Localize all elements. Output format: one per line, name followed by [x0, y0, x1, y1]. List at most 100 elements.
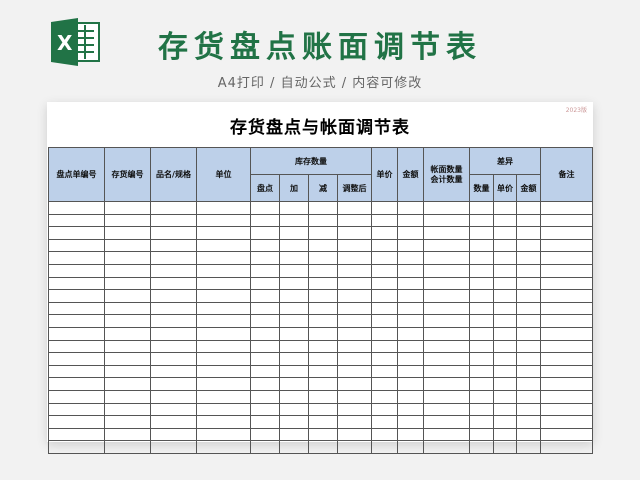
table-cell[interactable]	[48, 427, 105, 442]
table-cell[interactable]	[371, 326, 398, 341]
table-cell[interactable]	[337, 314, 372, 328]
table-cell[interactable]	[48, 364, 105, 379]
table-cell[interactable]	[397, 415, 424, 429]
table-cell[interactable]	[48, 377, 105, 391]
table-cell[interactable]	[48, 301, 105, 316]
table-cell[interactable]	[196, 201, 251, 215]
table-cell[interactable]	[371, 377, 398, 391]
table-cell[interactable]	[371, 314, 398, 328]
table-cell[interactable]	[196, 314, 251, 328]
table-cell[interactable]	[150, 301, 197, 316]
table-cell[interactable]	[308, 427, 338, 442]
table-cell[interactable]	[469, 301, 494, 316]
table-cell[interactable]	[250, 440, 280, 454]
table-cell[interactable]	[337, 301, 372, 316]
table-cell[interactable]	[308, 276, 338, 291]
table-cell[interactable]	[371, 263, 398, 278]
table-cell[interactable]	[48, 263, 105, 278]
table-cell[interactable]	[196, 352, 251, 366]
table-cell[interactable]	[469, 314, 494, 328]
table-cell[interactable]	[515, 326, 542, 341]
table-cell[interactable]	[308, 364, 338, 379]
table-cell[interactable]	[371, 402, 398, 417]
table-cell[interactable]	[104, 440, 151, 454]
table-cell[interactable]	[397, 289, 424, 303]
table-cell[interactable]	[196, 326, 251, 341]
table-cell[interactable]	[397, 263, 424, 278]
table-cell[interactable]	[469, 201, 494, 215]
table-cell[interactable]	[196, 263, 251, 278]
table-cell[interactable]	[423, 339, 470, 354]
table-cell[interactable]	[250, 314, 280, 328]
table-cell[interactable]	[196, 301, 251, 316]
table-cell[interactable]	[469, 276, 494, 291]
table-cell[interactable]	[250, 427, 280, 442]
table-cell[interactable]	[279, 440, 309, 454]
table-cell[interactable]	[250, 238, 280, 253]
table-cell[interactable]	[196, 440, 251, 454]
table-cell[interactable]	[279, 263, 309, 278]
table-cell[interactable]	[469, 251, 494, 265]
table-cell[interactable]	[423, 263, 470, 278]
table-cell[interactable]	[540, 289, 594, 303]
table-cell[interactable]	[397, 238, 424, 253]
table-cell[interactable]	[337, 238, 372, 253]
table-cell[interactable]	[308, 389, 338, 404]
table-cell[interactable]	[423, 201, 470, 215]
table-cell[interactable]	[397, 251, 424, 265]
table-cell[interactable]	[337, 289, 372, 303]
table-cell[interactable]	[150, 276, 197, 291]
table-cell[interactable]	[279, 201, 309, 215]
table-cell[interactable]	[397, 213, 424, 228]
table-cell[interactable]	[308, 440, 338, 454]
table-cell[interactable]	[48, 289, 105, 303]
table-cell[interactable]	[515, 352, 542, 366]
table-cell[interactable]	[337, 352, 372, 366]
table-cell[interactable]	[104, 251, 151, 265]
table-cell[interactable]	[469, 263, 494, 278]
table-cell[interactable]	[104, 289, 151, 303]
table-cell[interactable]	[337, 213, 372, 228]
table-cell[interactable]	[397, 377, 424, 391]
table-cell[interactable]	[337, 415, 372, 429]
table-cell[interactable]	[250, 201, 280, 215]
table-cell[interactable]	[308, 289, 338, 303]
table-cell[interactable]	[150, 326, 197, 341]
table-cell[interactable]	[337, 339, 372, 354]
table-cell[interactable]	[515, 238, 542, 253]
table-cell[interactable]	[423, 289, 470, 303]
table-cell[interactable]	[493, 289, 517, 303]
table-cell[interactable]	[469, 427, 494, 442]
table-cell[interactable]	[308, 238, 338, 253]
table-cell[interactable]	[196, 415, 251, 429]
table-cell[interactable]	[250, 213, 280, 228]
table-cell[interactable]	[371, 352, 398, 366]
table-cell[interactable]	[250, 226, 280, 240]
table-cell[interactable]	[48, 415, 105, 429]
table-cell[interactable]	[397, 389, 424, 404]
table-cell[interactable]	[279, 326, 309, 341]
table-cell[interactable]	[469, 364, 494, 379]
table-cell[interactable]	[104, 263, 151, 278]
table-cell[interactable]	[48, 339, 105, 354]
table-cell[interactable]	[493, 251, 517, 265]
table-cell[interactable]	[196, 276, 251, 291]
table-cell[interactable]	[337, 440, 372, 454]
table-cell[interactable]	[397, 326, 424, 341]
table-cell[interactable]	[150, 226, 197, 240]
table-cell[interactable]	[540, 226, 594, 240]
table-cell[interactable]	[515, 377, 542, 391]
table-cell[interactable]	[423, 326, 470, 341]
table-cell[interactable]	[493, 427, 517, 442]
table-cell[interactable]	[104, 201, 151, 215]
table-cell[interactable]	[250, 352, 280, 366]
table-cell[interactable]	[104, 326, 151, 341]
table-cell[interactable]	[515, 389, 542, 404]
table-cell[interactable]	[493, 389, 517, 404]
table-cell[interactable]	[279, 251, 309, 265]
table-cell[interactable]	[308, 201, 338, 215]
table-cell[interactable]	[540, 301, 594, 316]
table-cell[interactable]	[515, 251, 542, 265]
table-cell[interactable]	[308, 402, 338, 417]
table-cell[interactable]	[308, 352, 338, 366]
